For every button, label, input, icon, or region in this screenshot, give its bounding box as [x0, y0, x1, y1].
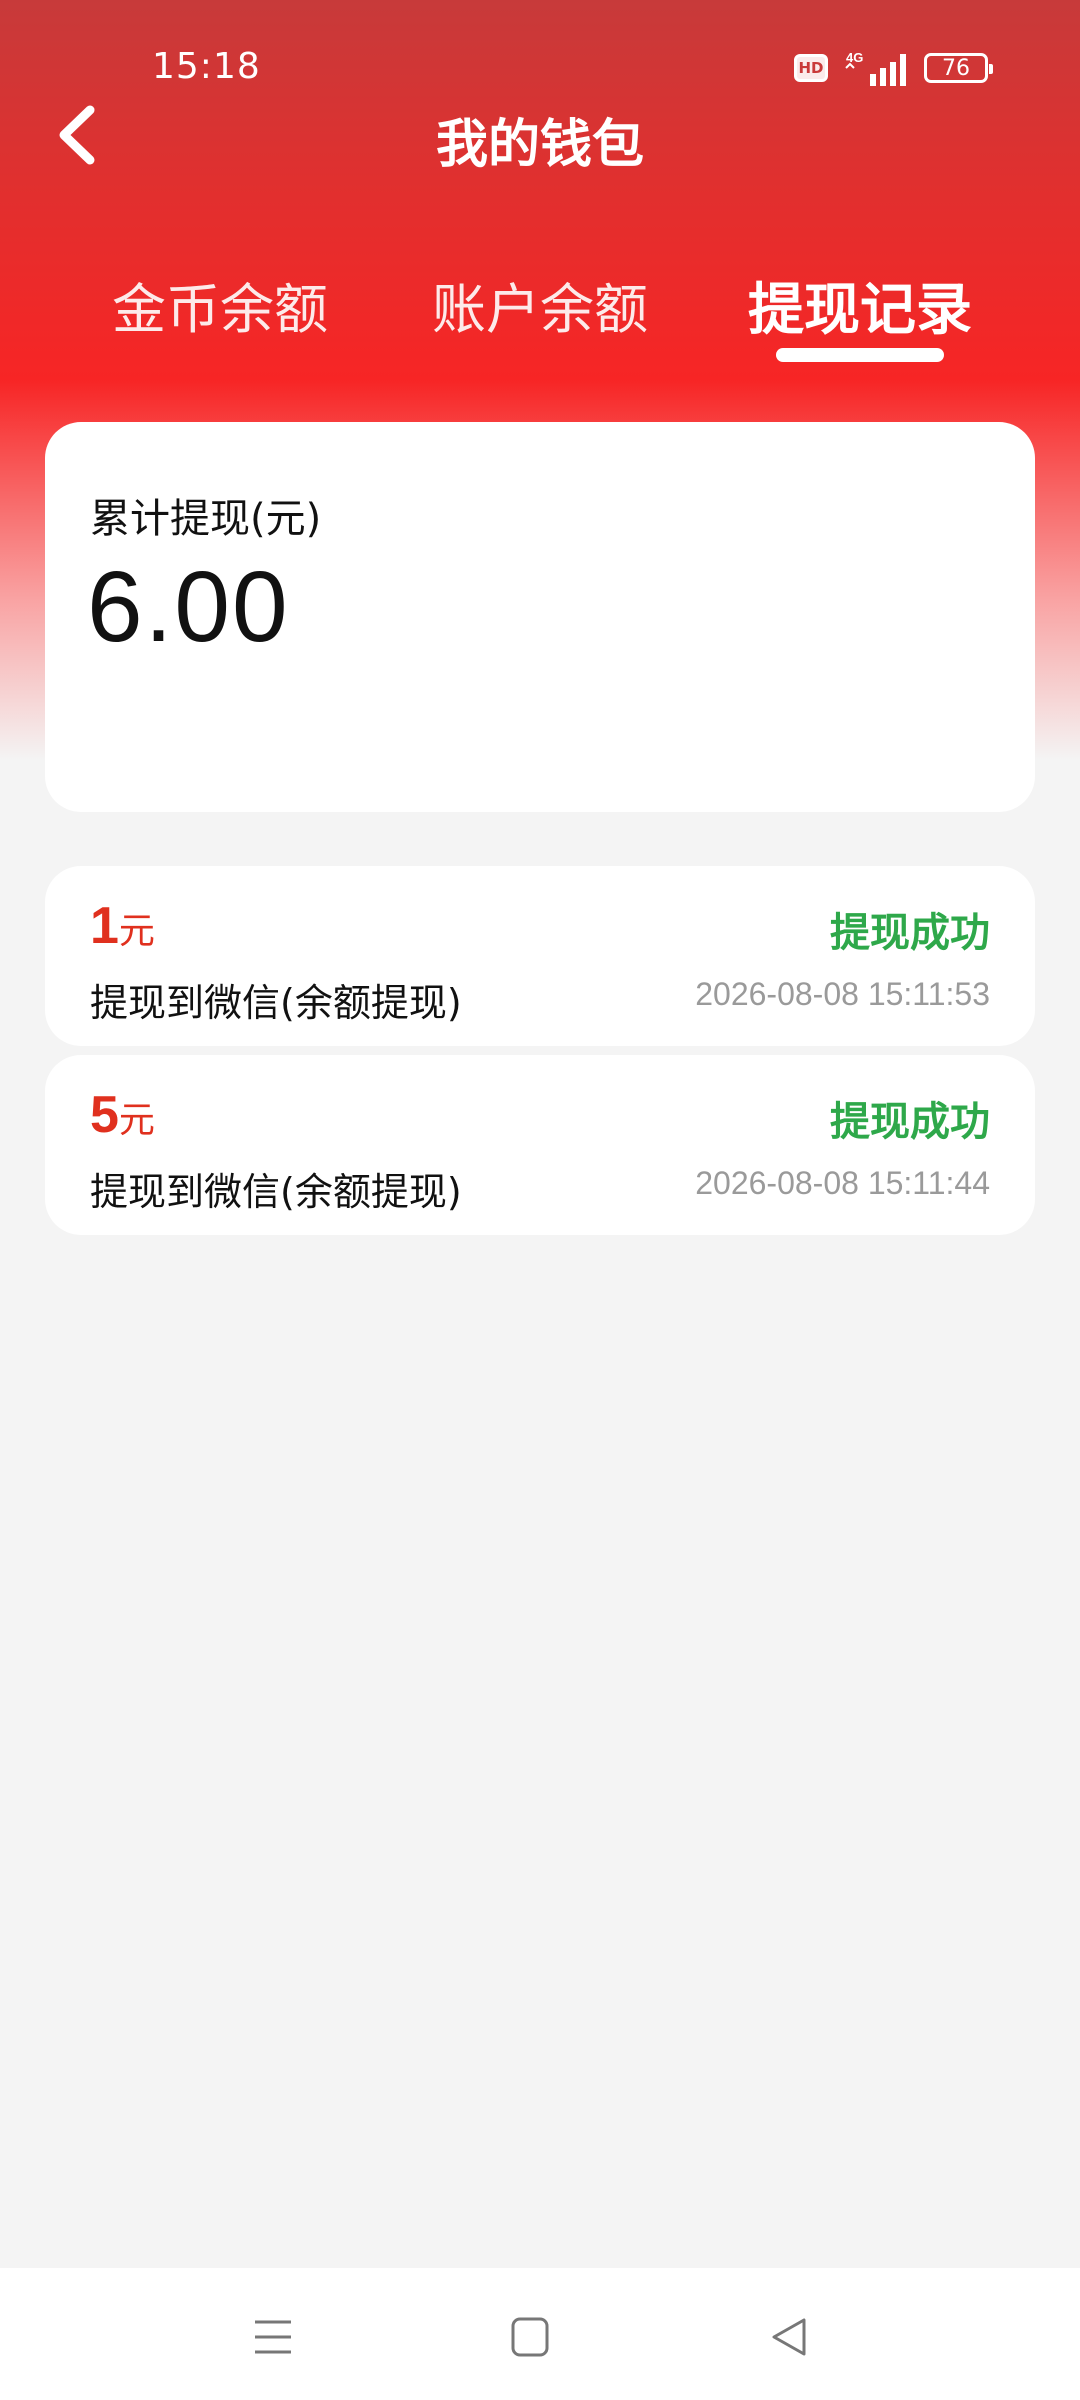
record-amount-unit: 元 [118, 1100, 155, 1141]
menu-icon[interactable] [243, 2312, 303, 2362]
summary-label: 累计提现(元) [90, 496, 322, 542]
home-square-icon[interactable] [500, 2312, 560, 2362]
list-item[interactable]: 5元 提现成功 提现到微信(余额提现) 2026-08-08 15:11:44 [45, 1055, 1035, 1235]
record-description: 提现到微信(余额提现) [90, 981, 462, 1025]
record-status: 提现成功 [830, 910, 990, 956]
withdraw-summary-card: 累计提现(元) 6.00 [45, 422, 1035, 812]
signal-4g-icon: 4G [845, 50, 906, 86]
tab-coin-balance[interactable]: 金币余额 [90, 265, 350, 344]
record-amount: 1元 [90, 896, 155, 956]
active-tab-indicator [776, 348, 944, 362]
record-amount: 5元 [90, 1085, 155, 1145]
app-header: 我的钱包 [0, 90, 1080, 180]
page-title: 我的钱包 [435, 115, 644, 175]
record-amount-value: 5 [90, 1086, 119, 1144]
status-time: 15:18 [152, 46, 261, 87]
record-amount-unit: 元 [118, 911, 155, 952]
record-description: 提现到微信(余额提现) [90, 1170, 462, 1214]
system-nav-bar [0, 2268, 1080, 2400]
record-amount-value: 1 [90, 897, 119, 955]
summary-value: 6.00 [87, 551, 290, 663]
tab-withdraw-records[interactable]: 提现记录 [730, 265, 990, 346]
battery-icon: 76 [924, 53, 993, 83]
list-item[interactable]: 1元 提现成功 提现到微信(余额提现) 2026-08-08 15:11:53 [45, 866, 1035, 1046]
status-icons: HD 4G 76 [794, 48, 993, 88]
tab-account-balance[interactable]: 账户余额 [410, 265, 670, 344]
record-status: 提现成功 [830, 1099, 990, 1145]
record-time: 2026-08-08 15:11:53 [695, 976, 990, 1012]
battery-level: 76 [942, 55, 970, 81]
network-label: 4G [846, 50, 863, 65]
back-triangle-icon[interactable] [760, 2312, 820, 2362]
hd-icon: HD [794, 54, 828, 82]
record-time: 2026-08-08 15:11:44 [695, 1165, 990, 1201]
